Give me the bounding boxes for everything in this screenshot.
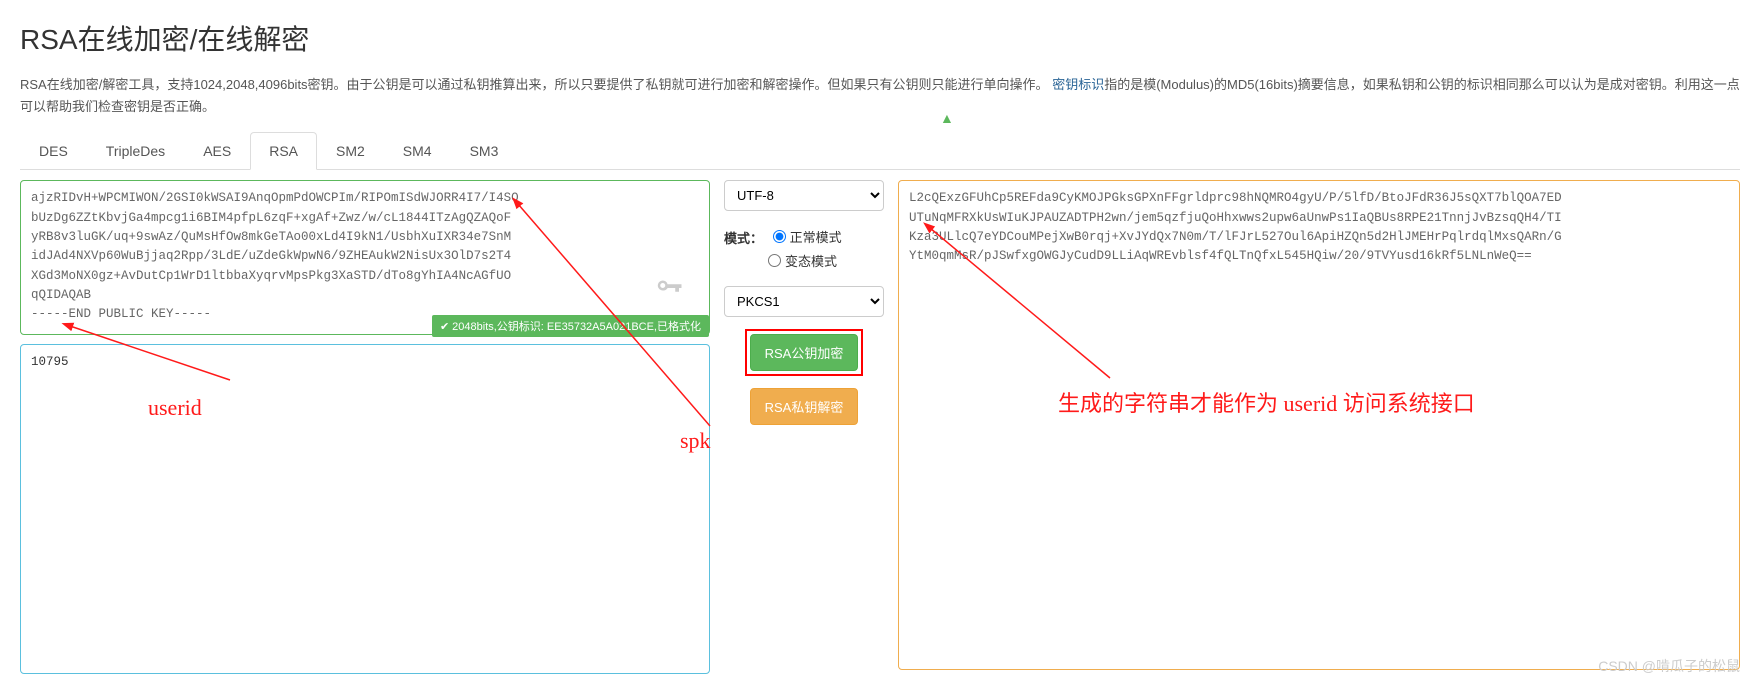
mode-normal-radio[interactable] xyxy=(773,230,786,243)
rsa-decrypt-button[interactable]: RSA私钥解密 xyxy=(750,388,859,425)
public-key-input[interactable] xyxy=(20,180,710,335)
mode-group: 模式： 正常模式 变态模式 xyxy=(724,223,884,274)
tab-des[interactable]: DES xyxy=(20,132,87,170)
watermark: CSDN @啃瓜子的松鼠 xyxy=(1598,656,1740,676)
tab-sm2[interactable]: SM2 xyxy=(317,132,384,170)
plaintext-input[interactable] xyxy=(20,344,710,674)
key-identity-link[interactable]: 密钥标识 xyxy=(1052,77,1104,92)
collapse-icon[interactable]: ▲ xyxy=(940,110,954,126)
page-title: RSA在线加密/在线解密 xyxy=(20,18,1740,58)
encoding-select[interactable]: UTF-8 xyxy=(724,180,884,211)
mode-normal-option[interactable]: 正常模式 xyxy=(773,227,842,246)
rsa-encrypt-button[interactable]: RSA公钥加密 xyxy=(750,334,859,371)
ciphertext-output[interactable] xyxy=(898,180,1740,670)
cipher-tabs: DES TripleDes AES RSA SM2 SM4 SM3 xyxy=(20,132,1740,170)
tab-rsa[interactable]: RSA xyxy=(250,132,317,170)
tab-sm3[interactable]: SM3 xyxy=(451,132,518,170)
check-icon xyxy=(440,320,449,333)
padding-select[interactable]: PKCS1 xyxy=(724,286,884,317)
mode-variant-option[interactable]: 变态模式 xyxy=(768,251,837,270)
page-description: RSA在线加密/解密工具，支持1024,2048,4096bits密钥。由于公钥… xyxy=(20,74,1740,118)
tab-aes[interactable]: AES xyxy=(184,132,250,170)
key-status-badge: 2048bits,公钥标识: EE35732A5A021BCE,已格式化 xyxy=(432,315,709,337)
mode-label: 模式： xyxy=(724,231,763,246)
tab-tripledes[interactable]: TripleDes xyxy=(87,132,184,170)
tab-sm4[interactable]: SM4 xyxy=(384,132,451,170)
mode-variant-radio[interactable] xyxy=(768,254,781,267)
